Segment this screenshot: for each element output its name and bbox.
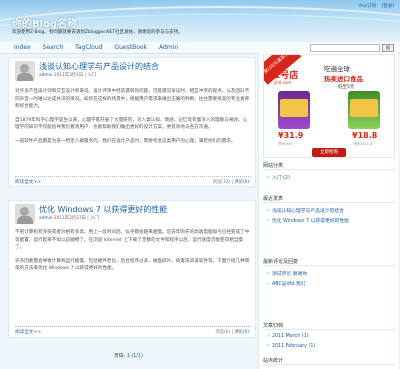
widget-title-recent: 最近发表 <box>263 196 284 202</box>
site-title[interactable]: 你的Blog名称 <box>12 15 77 30</box>
post: 优化 Windows 7 以获得更好的性能 admin 2011年2月27日 |… <box>8 200 256 338</box>
post-footer: 浏览(6) | 评论(0) <box>215 330 249 335</box>
search-button[interactable]: 搜 <box>382 44 394 52</box>
post-paragraph: 对许多产品设计师和交互设计师来说，设计评审中经常遇到的问题，可能遇见争议时、相互… <box>15 89 250 110</box>
widget-divider <box>263 329 395 330</box>
post-views: 浏览(13) <box>212 180 231 185</box>
site-header: 你的Blog名称 欢迎使用Z-Blog，有问题就要去请到Zblogger.NET… <box>0 0 400 42</box>
post-meta: admin 2011年3月1日 | 入门 <box>39 73 96 78</box>
post: 浅谈认知心理学与产品设计的结合 admin 2011年3月1日 | 入门 对许多… <box>8 57 256 187</box>
post-list: 浅谈认知心理学与产品设计的结合 admin 2011年3月1日 | 入门 对许多… <box>8 57 256 365</box>
post-category[interactable]: 入门 <box>87 73 96 78</box>
read-more-link[interactable]: 阅读全文>> <box>15 179 41 185</box>
product-price: ¥18.8 <box>352 131 378 140</box>
read-more-link[interactable]: 阅读全文>> <box>15 329 41 335</box>
widget-title-archive: 文章归档 <box>263 323 284 329</box>
login-link[interactable]: [登录] <box>381 4 394 9</box>
post-divider <box>15 326 251 327</box>
recent-post-item[interactable]: » 浅谈认知心理学与产品设计的结合 <box>267 207 344 214</box>
post-date: 2011年2月27日 <box>53 216 86 221</box>
site-description: 欢迎使用Z-Blog，有问题就要去请到Zblogger.NET社区发帖，谢谢您的… <box>12 30 183 35</box>
post-date: 2011年3月1日 <box>53 73 84 78</box>
post-paragraph: 自1879年科学心理学诞生以来，心理学家开展了大量研究，对人类认知、情感、记忆等… <box>15 117 248 131</box>
widget-title-categories: 网站分类 <box>263 163 284 169</box>
product-original-price: 原价¥49 <box>278 141 293 146</box>
author-avatar-icon <box>15 204 35 224</box>
pager-label: 页码: <box>114 354 126 359</box>
pagination: 页码: 1 (1/1) <box>114 354 143 359</box>
search-input[interactable] <box>310 44 380 52</box>
archive-item[interactable]: » 2011 February (1) <box>267 344 315 349</box>
post-divider <box>15 176 251 177</box>
post-author[interactable]: admin <box>39 216 52 221</box>
product-image <box>348 91 380 129</box>
post-paragraph: 一般软件产品都是为某一特定人群服务的，我们在设计产品时，需要考虑这类用户的心理，… <box>15 138 236 144</box>
author-avatar-icon <box>15 61 35 81</box>
ad-headline: 热卖进口食品 <box>324 75 363 83</box>
category-item[interactable]: » 入门 (2) <box>267 174 290 181</box>
post-meta: admin 2011年2月27日 | 入门 <box>39 216 99 221</box>
nav-tagcloud[interactable]: TagCloud <box>75 42 102 54</box>
ad-logo-sub: yhd.com <box>274 80 292 85</box>
post-views: 浏览(6) <box>215 330 231 335</box>
comment-item[interactable]: » ABC@dfd.我们 <box>267 280 305 287</box>
widget-divider <box>263 202 395 203</box>
widget-divider <box>263 169 395 170</box>
pager-total[interactable]: 1/1 <box>133 354 141 359</box>
widget-title-stats: 站点统计 <box>263 358 284 364</box>
widget-title-comments: 最新评论及回复 <box>263 259 299 265</box>
pager-current[interactable]: 1 <box>127 354 130 359</box>
ad-buy-button[interactable]: 立即抢购 <box>312 148 346 157</box>
rss-link[interactable]: Rss订阅 <box>359 4 376 9</box>
post-title[interactable]: 优化 Windows 7 以获得更好的性能 <box>39 204 167 215</box>
post-body: 不管计算机有多快或者价格有多高，用上一段时间后，似乎都会越来越慢。您去年购买的高… <box>15 229 251 279</box>
nav-admin[interactable]: Admin <box>159 42 178 54</box>
sidebar: 满100元直返5元 1号店 yhd.com 吃遍全球 热卖进口食品 低至5元 ¥… <box>258 52 398 369</box>
post-body: 对许多产品设计师和交互设计师来说，设计评审中经常遇到的问题，可能遇见争议时、相互… <box>15 88 251 152</box>
nav-search[interactable]: Search <box>43 42 64 54</box>
post-comments-link[interactable]: 评论(0) <box>234 180 249 185</box>
widget-divider <box>263 364 395 365</box>
post-paragraph: 不管计算机有多快或者价格有多高，用上一段时间后，似乎都会越来越慢。您去年购买的高… <box>15 230 250 251</box>
product-price: ¥31.9 <box>278 131 304 140</box>
ad-headline: 低至5元 <box>338 85 355 90</box>
post-footer: 浏览(13) | 评论(0) <box>212 180 249 185</box>
post-paragraph: 许多因素都会导致计算机运行缓慢，包括硬件老化、后台程序过多、磁盘碎片、病毒或间谍… <box>15 258 250 272</box>
nav-index[interactable]: Index <box>14 42 31 54</box>
recent-post-item[interactable]: » 优化 Windows 7 以获得更好的性能 <box>267 217 349 224</box>
product-image <box>278 91 310 129</box>
post-author[interactable]: admin <box>39 73 52 78</box>
post-comments-link[interactable]: 评论(0) <box>234 330 249 335</box>
post-title[interactable]: 浅谈认知心理学与产品设计的结合 <box>39 61 159 72</box>
top-links: Rss订阅 [登录] <box>355 3 394 9</box>
archive-item[interactable]: » 2011 March (1) <box>267 334 309 339</box>
advertisement-banner[interactable]: 满100元直返5元 1号店 yhd.com 吃遍全球 热卖进口食品 低至5元 ¥… <box>263 54 395 158</box>
post-category[interactable]: 入门 <box>90 216 99 221</box>
comment-item[interactable]: » 测试评论 谢谢你 <box>267 270 307 277</box>
nav-guestbook[interactable]: GuestBook <box>114 42 147 54</box>
ad-headline: 吃遍全球 <box>324 65 350 73</box>
widget-divider <box>263 265 395 266</box>
product-original-price: 原价¥24.8 <box>354 141 373 146</box>
